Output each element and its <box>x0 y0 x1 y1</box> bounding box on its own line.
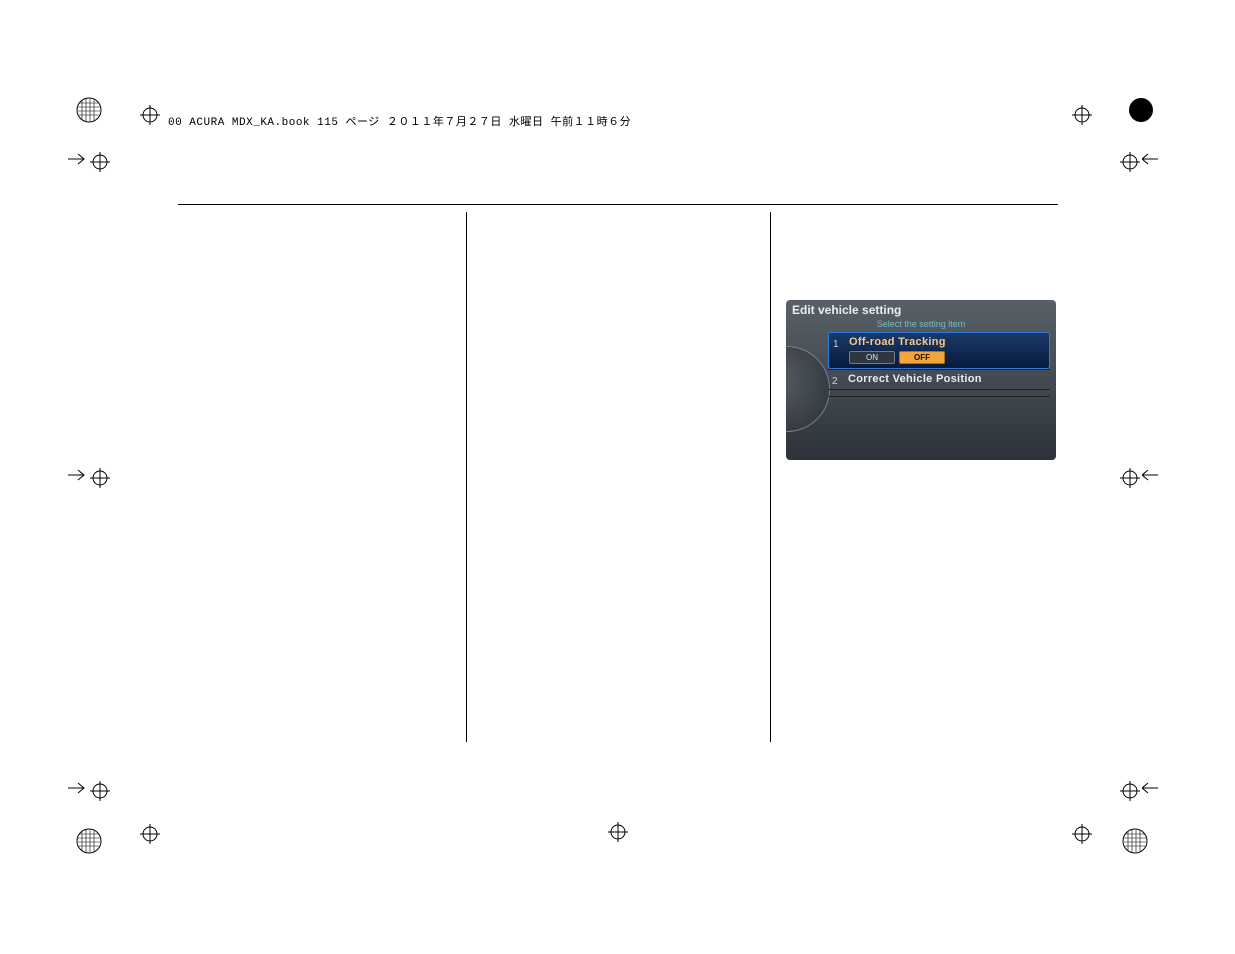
registration-crosshair-icon <box>140 105 160 125</box>
toggle-on[interactable]: ON <box>849 351 895 364</box>
row-number: 2 <box>832 376 838 387</box>
registration-ball-icon <box>1128 97 1154 123</box>
registration-crosshair-icon <box>1120 152 1140 172</box>
registration-crosshair-icon <box>90 468 110 488</box>
settings-list: 1 Off-road Tracking ON OFF 2 Correct Veh… <box>828 332 1050 390</box>
column-divider-1 <box>466 212 467 742</box>
registration-arrow-icon <box>1142 152 1160 166</box>
registration-hashball-icon <box>1122 828 1148 854</box>
registration-crosshair-icon <box>1120 781 1140 801</box>
registration-crosshair-icon <box>1072 105 1092 125</box>
registration-arrow-icon <box>1142 468 1160 482</box>
registration-crosshair-icon <box>90 152 110 172</box>
registration-crosshair-icon <box>90 781 110 801</box>
toggle-off[interactable]: OFF <box>899 351 945 364</box>
onoff-toggle[interactable]: ON OFF <box>849 351 1043 364</box>
column-divider-2 <box>770 212 771 742</box>
list-divider <box>828 396 1050 397</box>
registration-crosshair-icon <box>1120 468 1140 488</box>
setting-offroad-tracking[interactable]: 1 Off-road Tracking ON OFF <box>828 332 1050 369</box>
registration-crosshair-icon <box>608 822 628 842</box>
screen-title: Edit vehicle setting <box>786 300 1056 319</box>
registration-arrow-icon <box>68 781 86 795</box>
row-label: Off-road Tracking <box>849 336 946 348</box>
rotary-dial-icon <box>786 346 830 432</box>
registration-arrow-icon <box>1142 781 1160 795</box>
screen-subtitle: Select the setting item <box>786 319 1056 333</box>
vehicle-setting-screen: Edit vehicle setting Select the setting … <box>786 300 1056 460</box>
registration-crosshair-icon <box>1072 824 1092 844</box>
registration-arrow-icon <box>68 152 86 166</box>
row-number: 1 <box>833 339 839 350</box>
running-head: 00 ACURA MDX_KA.book 115 ページ ２０１１年７月２７日 … <box>168 113 631 129</box>
registration-hashball-icon <box>76 828 102 854</box>
row-label: Correct Vehicle Position <box>848 373 982 385</box>
registration-crosshair-icon <box>140 824 160 844</box>
top-rule <box>178 204 1058 205</box>
setting-correct-position[interactable]: 2 Correct Vehicle Position <box>828 369 1050 390</box>
registration-arrow-icon <box>68 468 86 482</box>
registration-hashball-icon <box>76 97 102 123</box>
